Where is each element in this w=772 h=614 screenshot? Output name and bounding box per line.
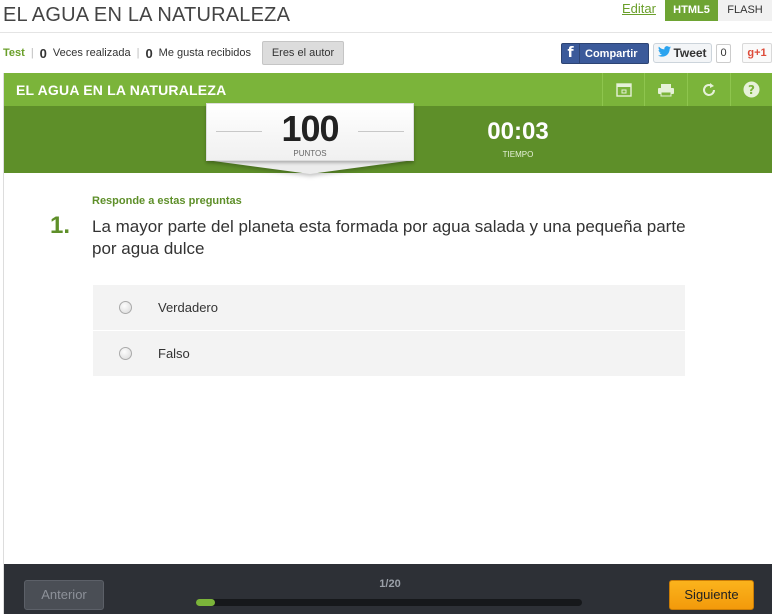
twitter-bird-icon: [658, 46, 672, 60]
tab-flash[interactable]: FLASH: [718, 0, 772, 21]
previous-button[interactable]: Anterior: [24, 580, 104, 610]
progress-bar: [196, 599, 582, 606]
answer-option-falso[interactable]: Falso: [93, 331, 685, 376]
type-label[interactable]: Test: [3, 47, 25, 59]
answer-label: Falso: [158, 346, 190, 361]
separator: |: [30, 47, 34, 59]
instruction-text: Responde a estas preguntas: [92, 195, 242, 207]
times-label: Veces realizada: [52, 47, 131, 59]
times-count: 0: [39, 45, 47, 61]
progress-label: 1/20: [379, 578, 401, 590]
score-card-pointer: [206, 160, 414, 174]
next-button[interactable]: Siguiente: [669, 580, 754, 610]
tweet-count: 0: [716, 44, 731, 63]
facebook-share-button[interactable]: f Compartir: [561, 43, 649, 64]
radio-button[interactable]: [119, 347, 132, 360]
gplus-button[interactable]: g+1: [742, 43, 772, 63]
facebook-share-label: Compartir: [585, 47, 638, 60]
timer-label: TIEMPO: [502, 150, 534, 159]
separator: |: [136, 47, 140, 59]
score-value: 100: [281, 108, 339, 149]
tweet-label: Tweet: [673, 46, 707, 60]
stats-row: Test | 0 Veces realizada | 0 Me gusta re…: [3, 43, 251, 63]
page-title: EL AGUA EN LA NATURALEZA: [3, 4, 291, 26]
tweet-button[interactable]: Tweet: [653, 43, 712, 63]
edit-link[interactable]: Editar: [622, 1, 656, 16]
facebook-icon: f: [562, 44, 580, 63]
svg-text:?: ?: [748, 83, 755, 97]
score-label: PUNTOS: [293, 149, 327, 158]
print-icon[interactable]: [644, 73, 686, 106]
question-number: 1.: [50, 212, 71, 239]
answer-label: Verdadero: [158, 300, 218, 315]
answer-option-verdadero[interactable]: Verdadero: [93, 285, 685, 330]
help-icon[interactable]: ?: [730, 73, 772, 106]
header-divider: [0, 32, 772, 33]
quiz-header: EL AGUA EN LA NATURALEZA ?: [4, 73, 772, 106]
restart-icon[interactable]: [687, 73, 729, 106]
radio-button[interactable]: [119, 301, 132, 314]
fullscreen-icon[interactable]: [602, 73, 644, 106]
likes-label: Me gusta recibidos: [158, 47, 251, 59]
author-button[interactable]: Eres el autor: [262, 41, 344, 65]
question-text: La mayor parte del planeta esta formada …: [92, 217, 686, 258]
quiz-title: EL AGUA EN LA NATURALEZA: [16, 82, 227, 98]
tab-html5[interactable]: HTML5: [665, 0, 718, 21]
timer-value: 00:03: [487, 118, 549, 145]
progress-fill: [196, 599, 216, 606]
likes-count: 0: [145, 45, 153, 61]
